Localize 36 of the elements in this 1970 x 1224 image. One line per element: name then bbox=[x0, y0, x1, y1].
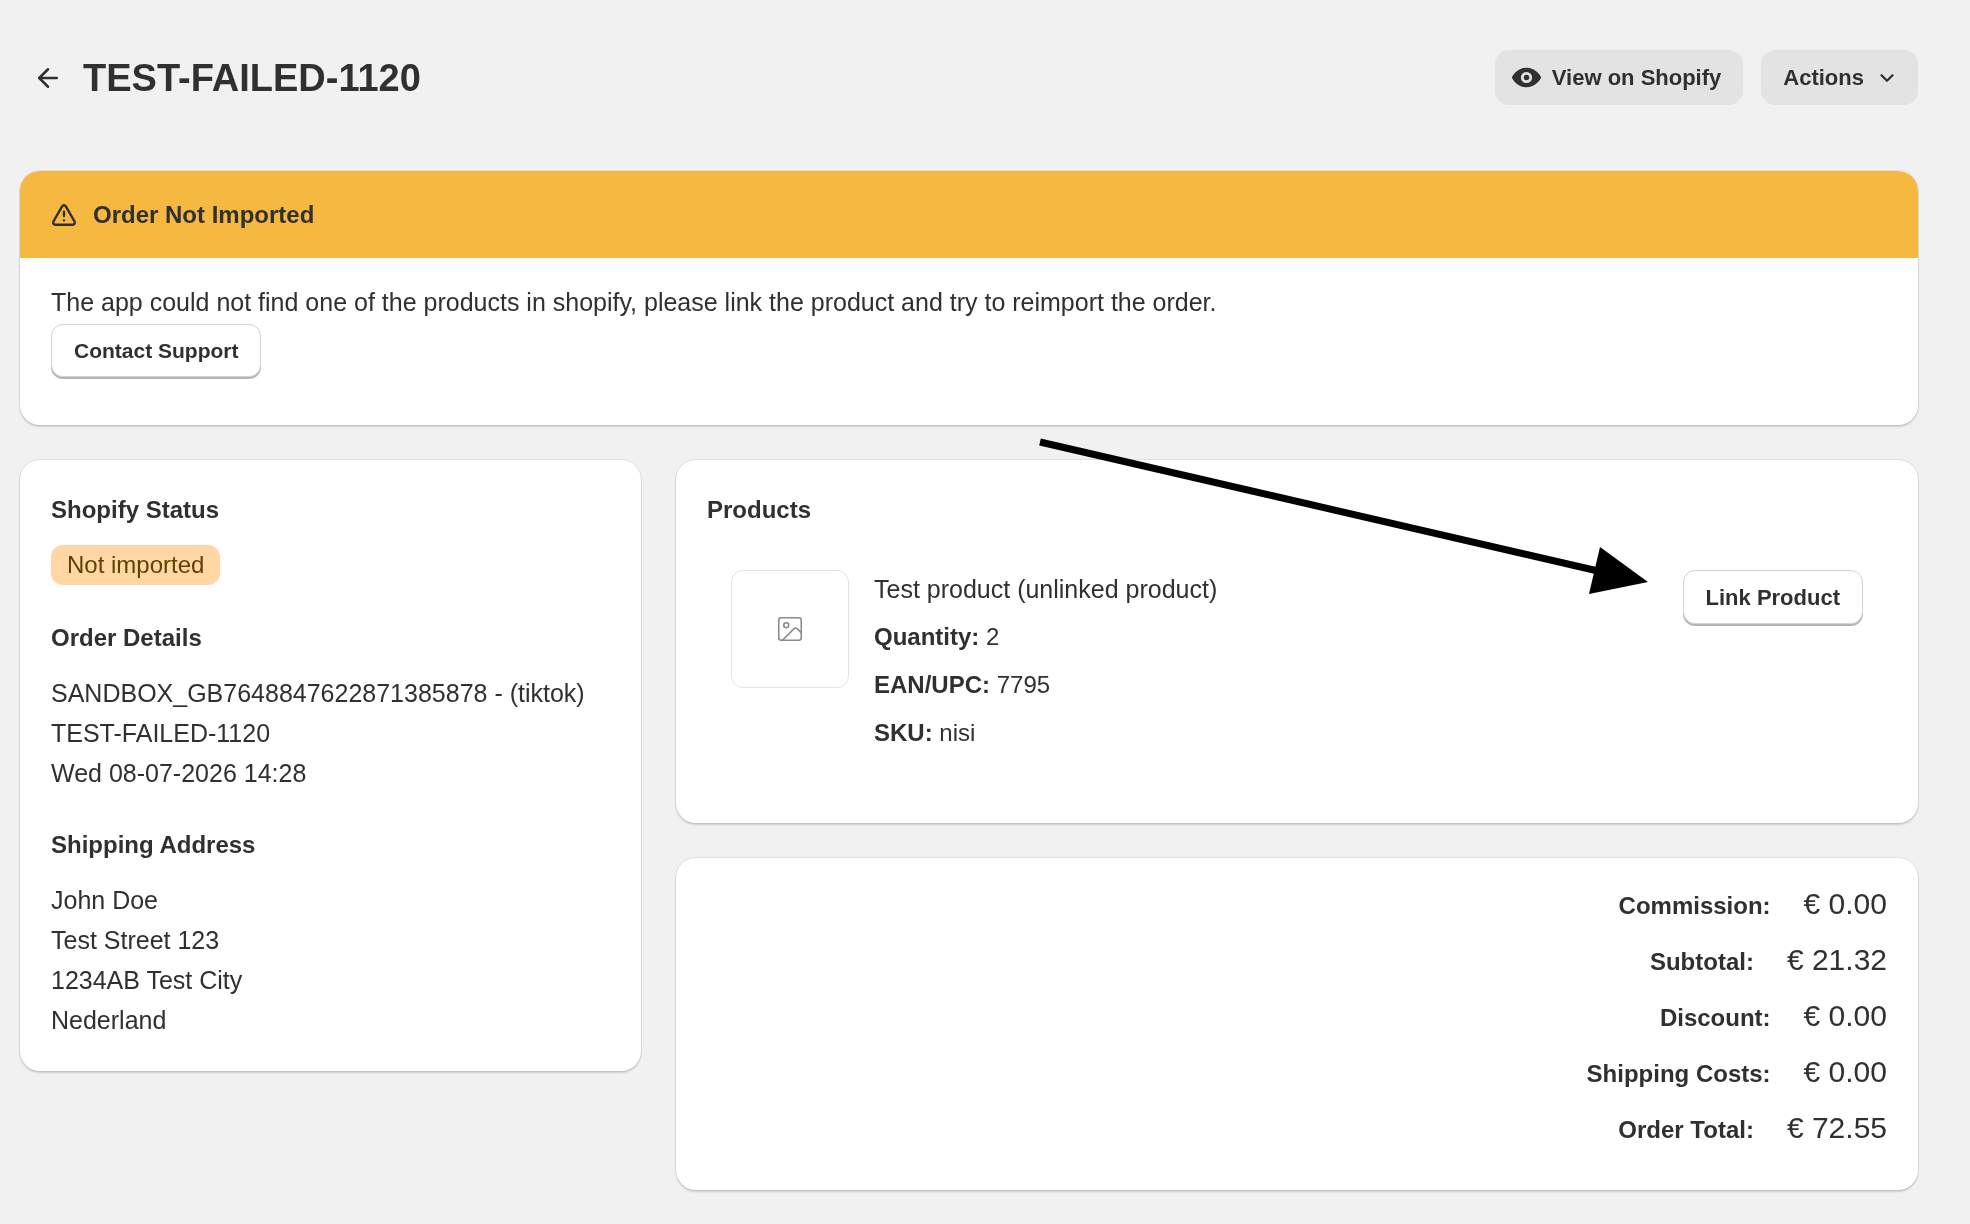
total-value: € 21.32 bbox=[1786, 942, 1887, 978]
address-line: John Doe bbox=[51, 885, 160, 916]
product-detail: EAN/UPC: 7795 bbox=[874, 670, 1052, 700]
order-detail-line: SANDBOX_GB7648847622871385878 - (tiktok) bbox=[51, 678, 586, 709]
image-icon bbox=[775, 614, 805, 644]
contact-support-button[interactable]: Contact Support bbox=[51, 324, 262, 377]
alert-title: Order Not Imported bbox=[93, 199, 315, 230]
order-detail-line: Wed 08-07-2026 14:28 bbox=[51, 758, 308, 789]
link-product-button[interactable]: Link Product bbox=[1682, 570, 1863, 624]
total-label: Subtotal: bbox=[1649, 947, 1754, 977]
actions-menu-button[interactable]: Actions bbox=[1761, 50, 1918, 105]
eye-icon bbox=[1510, 67, 1542, 88]
total-label: Shipping Costs: bbox=[1586, 1059, 1771, 1089]
alert-message: The app could not find one of the products in shopify, please link the product and try to reimport the order. bbox=[51, 287, 1218, 317]
order-detail-line: TEST-FAILED-1120 bbox=[51, 718, 272, 749]
address-line: Nederland bbox=[51, 1005, 168, 1036]
section-heading: Shipping Address bbox=[51, 830, 257, 860]
total-value: € 72.55 bbox=[1786, 1110, 1887, 1146]
product-name: Test product (unlinked product) bbox=[874, 574, 1219, 605]
address-line: Test Street 123 bbox=[51, 925, 221, 956]
page-title: TEST-FAILED-1120 bbox=[83, 58, 421, 97]
section-heading: Order Details bbox=[51, 623, 203, 653]
section-heading: Shopify Status bbox=[51, 495, 220, 525]
total-label: Order Total: bbox=[1618, 1115, 1754, 1145]
total-value: € 0.00 bbox=[1803, 998, 1887, 1034]
product-detail: SKU: nisi bbox=[874, 718, 977, 748]
total-label: Discount: bbox=[1659, 1003, 1771, 1033]
section-heading: Products bbox=[707, 495, 812, 525]
total-label: Commission: bbox=[1618, 891, 1771, 921]
view-on-shopify-button[interactable]: View on Shopify bbox=[1494, 50, 1744, 105]
status-badge: Not imported bbox=[51, 545, 221, 585]
product-detail: Quantity: 2 bbox=[874, 622, 1001, 652]
warning-icon bbox=[51, 201, 77, 228]
total-value: € 0.00 bbox=[1803, 1054, 1887, 1090]
total-value: € 0.00 bbox=[1803, 886, 1887, 922]
address-line: 1234AB Test City bbox=[51, 965, 244, 996]
